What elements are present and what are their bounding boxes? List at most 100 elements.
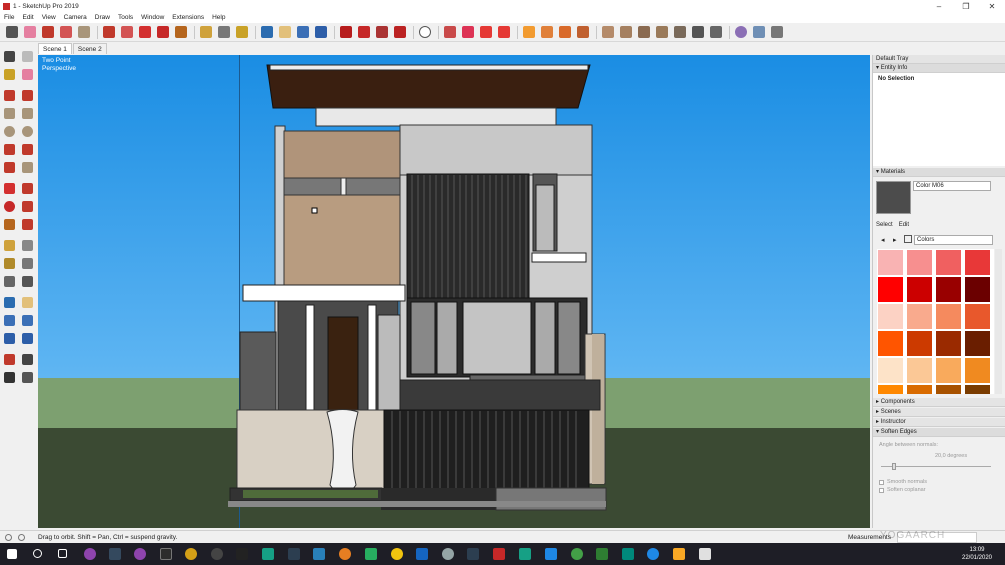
top-view-icon[interactable] <box>620 26 632 38</box>
make-component-icon[interactable] <box>22 51 33 62</box>
dimension-icon[interactable] <box>22 240 33 251</box>
excel-icon[interactable] <box>596 548 608 560</box>
zoom-extents-icon[interactable] <box>315 26 327 38</box>
app-icon-5[interactable] <box>211 548 223 560</box>
warehouse-icon[interactable] <box>340 26 352 38</box>
scenes-header[interactable]: ▸ Scenes <box>873 408 1005 417</box>
minimize-button[interactable]: – <box>925 0 953 12</box>
circle-icon[interactable] <box>4 126 15 137</box>
app-icon-7[interactable] <box>262 548 274 560</box>
soften-edges-header[interactable]: ▾ Soft‍en Edges <box>873 428 1005 437</box>
follow-me-tool-icon[interactable] <box>22 201 33 212</box>
arc-icon[interactable] <box>4 144 15 155</box>
text-tool-icon[interactable] <box>218 26 230 38</box>
material-name-field[interactable]: Color M06 <box>913 181 991 191</box>
material-swatch[interactable] <box>907 358 932 383</box>
material-swatch[interactable] <box>936 250 961 275</box>
tape-icon[interactable] <box>4 240 15 251</box>
app-icon-16[interactable] <box>571 548 583 560</box>
menu-file[interactable]: File <box>4 14 14 21</box>
material-swatch[interactable] <box>907 304 932 329</box>
app-icon-3[interactable] <box>134 548 146 560</box>
material-swatch[interactable] <box>878 304 903 329</box>
material-swatch[interactable] <box>965 277 990 302</box>
previous-view-icon[interactable] <box>22 333 33 344</box>
select-tool-icon[interactable] <box>6 26 18 38</box>
camera-icon[interactable] <box>498 26 510 38</box>
move-tool-icon[interactable] <box>139 26 151 38</box>
settings-gear-icon[interactable] <box>462 26 474 38</box>
material-swatch[interactable] <box>965 331 990 356</box>
push-pull-tool-icon[interactable] <box>22 183 33 194</box>
polygon-icon[interactable] <box>22 126 33 137</box>
app-icon-10[interactable] <box>339 548 351 560</box>
sandbox-scratch-icon[interactable] <box>541 26 553 38</box>
axes-icon[interactable] <box>4 276 15 287</box>
soften-coplanar-checkbox[interactable] <box>879 488 884 493</box>
entity-info-header[interactable]: ▾ Entity Info <box>873 64 1005 73</box>
rotate-tool-icon[interactable] <box>157 26 169 38</box>
protractor-icon[interactable] <box>4 258 15 269</box>
pan-tool-icon[interactable] <box>279 26 291 38</box>
app-icon-19[interactable] <box>699 548 711 560</box>
material-swatch[interactable] <box>936 331 961 356</box>
app-icon-13[interactable] <box>467 548 479 560</box>
rectangle-tool-icon[interactable] <box>78 26 90 38</box>
back-arrow-icon[interactable]: ◂ <box>881 236 885 244</box>
scale-icon[interactable] <box>4 219 15 230</box>
menu-view[interactable]: View <box>42 14 56 21</box>
angle-slider-thumb[interactable] <box>892 463 896 470</box>
material-library-select[interactable]: Colors <box>914 235 993 245</box>
freehand-icon[interactable] <box>22 90 33 101</box>
zoom-tool-icon[interactable] <box>297 26 309 38</box>
geolocation-icon[interactable] <box>18 534 25 541</box>
zoom-icon[interactable] <box>4 315 15 326</box>
user-account-icon[interactable] <box>419 26 431 38</box>
file-explorer-icon[interactable] <box>673 548 685 560</box>
app-icon-12[interactable] <box>442 548 454 560</box>
eraser-icon[interactable] <box>22 69 33 80</box>
3-point-arc-icon[interactable] <box>4 162 15 173</box>
stamp-icon[interactable] <box>577 26 589 38</box>
zoom-extents-tool-icon[interactable] <box>4 333 15 344</box>
material-swatch[interactable] <box>936 385 961 394</box>
app-icon-14[interactable] <box>519 548 531 560</box>
zoom-window-icon[interactable] <box>22 315 33 326</box>
menu-help[interactable]: Help <box>212 14 225 21</box>
sketchup-taskbar-icon[interactable] <box>493 548 505 560</box>
move-icon[interactable] <box>4 183 15 194</box>
components-header[interactable]: ▸ Components <box>873 398 1005 407</box>
orbit-tool-icon[interactable] <box>261 26 273 38</box>
app-icon-15[interactable] <box>545 548 557 560</box>
smooth-normals-checkbox[interactable] <box>879 480 884 485</box>
iso-view-icon[interactable] <box>602 26 614 38</box>
menu-draw[interactable]: Draw <box>95 14 110 21</box>
eraser-tool-icon[interactable] <box>24 26 36 38</box>
close-button[interactable]: ✕ <box>978 0 1005 12</box>
solid-tools-icon[interactable] <box>444 26 456 38</box>
select-icon[interactable] <box>4 51 15 62</box>
right-view-icon[interactable] <box>656 26 668 38</box>
paint-bucket-icon[interactable] <box>236 26 248 38</box>
app-icon-9[interactable] <box>313 548 325 560</box>
left-view-icon[interactable] <box>692 26 704 38</box>
display-section-cuts-icon[interactable] <box>753 26 765 38</box>
system-clock[interactable]: 13:09 22/01/2020 <box>955 546 999 562</box>
forward-arrow-icon[interactable]: ▸ <box>893 236 897 244</box>
home-icon[interactable] <box>904 235 912 243</box>
app-icon-11[interactable] <box>365 548 377 560</box>
material-swatch[interactable] <box>965 250 990 275</box>
paint-icon[interactable] <box>4 69 15 80</box>
orbit-icon[interactable] <box>4 297 15 308</box>
menu-edit[interactable]: Edit <box>22 14 33 21</box>
xray-icon[interactable] <box>710 26 722 38</box>
extension-warehouse-icon[interactable] <box>358 26 370 38</box>
instructor-header[interactable]: ▸ Instructor <box>873 418 1005 427</box>
follow-me-icon[interactable] <box>121 26 133 38</box>
arc-tool-icon[interactable] <box>60 26 72 38</box>
app-icon-4[interactable] <box>185 548 197 560</box>
material-swatch[interactable] <box>936 358 961 383</box>
material-swatch[interactable] <box>907 385 932 394</box>
3d-text-icon[interactable] <box>22 276 33 287</box>
rotate-icon[interactable] <box>4 201 15 212</box>
